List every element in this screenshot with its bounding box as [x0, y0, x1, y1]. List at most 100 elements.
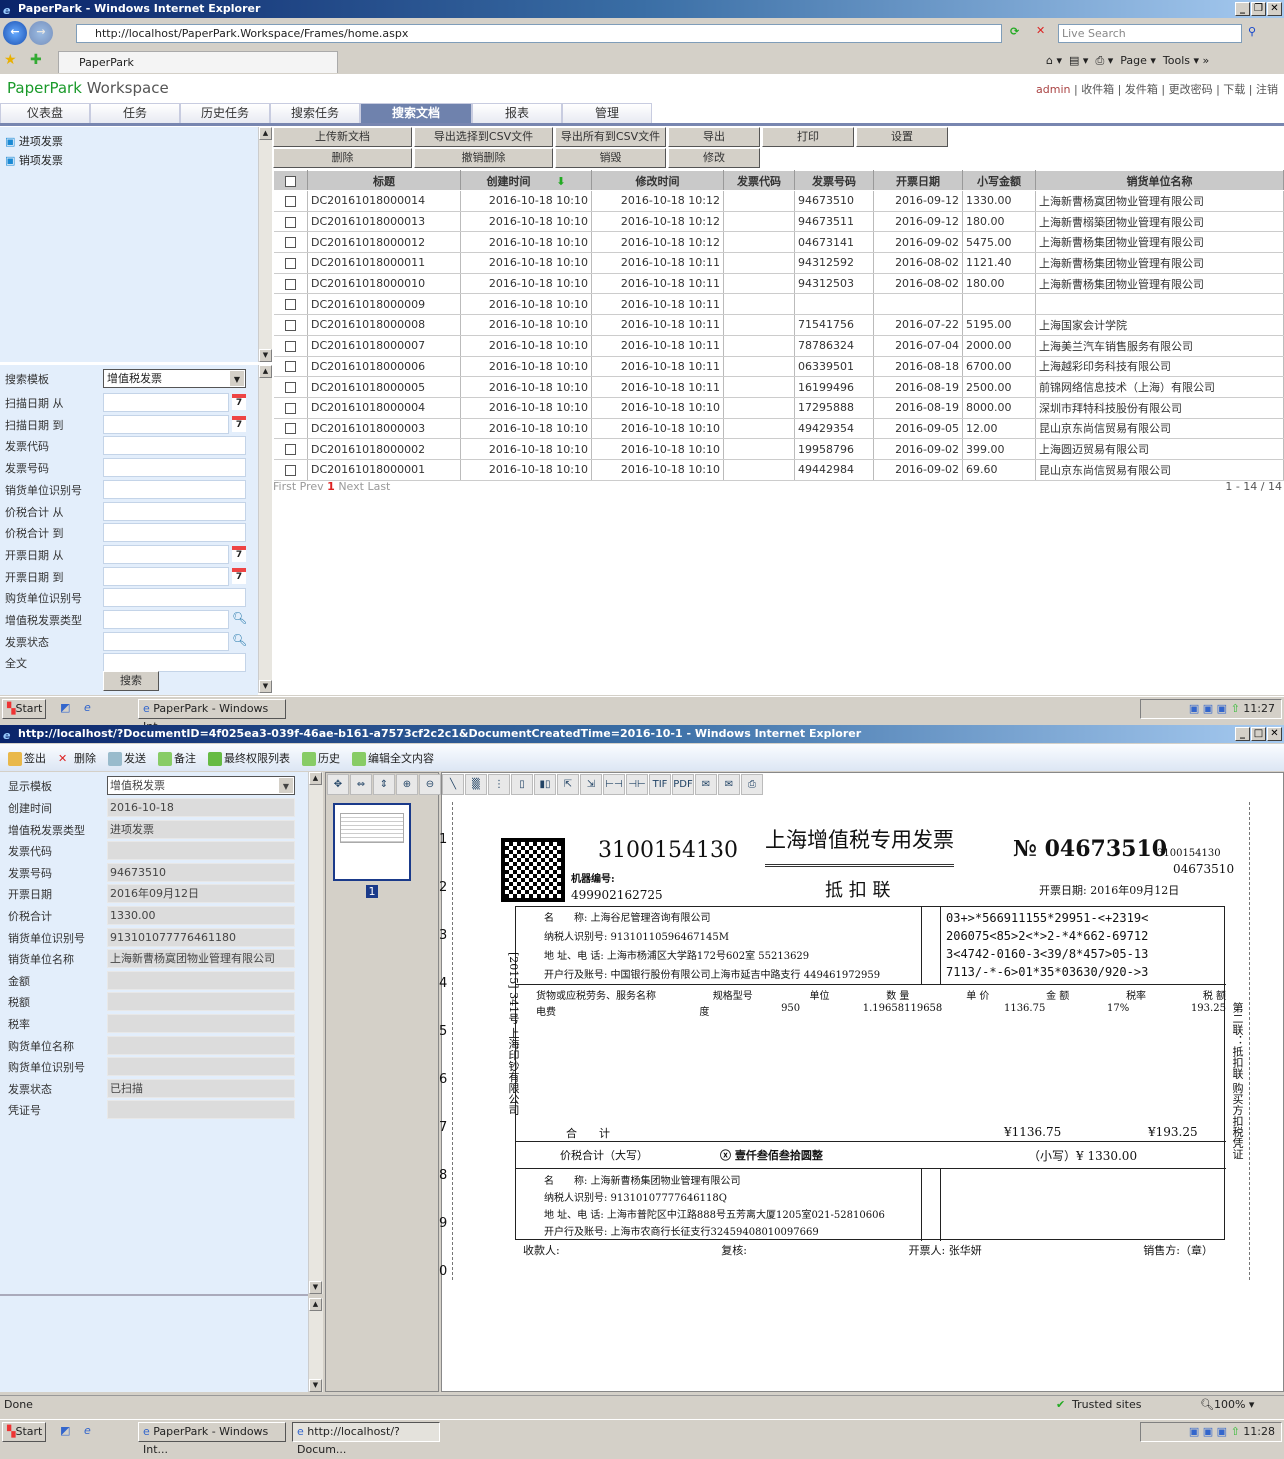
- taskbar-item-document[interactable]: e http://localhost/?Docum...: [292, 1422, 440, 1456]
- minimize-button[interactable]: _: [1235, 727, 1250, 741]
- stop-icon[interactable]: ✕: [1036, 24, 1045, 37]
- col-invoice-number[interactable]: 发票号码: [794, 170, 874, 191]
- search-field-input[interactable]: [103, 436, 246, 456]
- search-icon[interactable]: ⚲: [1248, 25, 1256, 38]
- row-checkbox[interactable]: [273, 273, 308, 295]
- export-all-csv-button[interactable]: 导出所有到CSV文件: [555, 127, 666, 147]
- favorites-star-icon[interactable]: ★: [4, 52, 17, 68]
- search-field-input[interactable]: [103, 479, 246, 499]
- lower-scrollbar[interactable]: ▲ ▼: [308, 1298, 323, 1392]
- col-created[interactable]: 创建时间 ⬇: [460, 170, 592, 191]
- ie-launch-icon[interactable]: e: [84, 1424, 91, 1437]
- table-row[interactable]: DC20161018000013 2016-10-18 10:10 2016-10-…: [273, 211, 1284, 233]
- print-icon[interactable]: ⎙ ▾: [1095, 54, 1113, 67]
- start-button[interactable]: ▚Start: [2, 699, 46, 719]
- nav-admin[interactable]: 管理: [562, 103, 652, 123]
- table-row[interactable]: DC20161018000004 2016-10-18 10:10 2016-10-…: [273, 397, 1284, 419]
- table-row[interactable]: DC20161018000006 2016-10-18 10:10 2016-10-…: [273, 356, 1284, 378]
- pager-prev[interactable]: Prev: [300, 480, 324, 493]
- change-password-link[interactable]: 更改密码: [1169, 83, 1213, 96]
- page-menu[interactable]: Page: [1120, 54, 1147, 67]
- table-row[interactable]: DC20161018000012 2016-10-18 10:10 2016-10-…: [273, 231, 1284, 254]
- table-row[interactable]: DC20161018000001 2016-10-18 10:10 2016-10-…: [273, 459, 1284, 481]
- pager-next[interactable]: Next: [338, 480, 364, 493]
- nav-search-documents[interactable]: 搜索文档: [360, 103, 472, 123]
- note-button[interactable]: 备注: [158, 750, 196, 766]
- address-bar[interactable]: http://localhost/PaperPark.Workspace/Fra…: [76, 24, 1002, 43]
- col-invoice-code[interactable]: 发票代码: [723, 170, 795, 191]
- move-up-icon[interactable]: ⇱: [557, 774, 579, 795]
- acl-button[interactable]: 最终权限列表: [208, 750, 290, 766]
- search-button[interactable]: 搜索: [103, 671, 159, 691]
- form-scrollbar[interactable]: ▲ ▼: [258, 365, 272, 693]
- page-thumbnail[interactable]: [333, 803, 411, 881]
- upload-button[interactable]: 上传新文档: [273, 127, 412, 147]
- row-checkbox[interactable]: [273, 314, 308, 336]
- download-link[interactable]: 下载: [1223, 83, 1245, 96]
- start-button[interactable]: ▚Start: [2, 1422, 46, 1442]
- pager-first[interactable]: First: [273, 480, 296, 493]
- undelete-button[interactable]: 撤销删除: [414, 148, 553, 168]
- history-button[interactable]: 历史: [302, 750, 340, 766]
- search-field-input[interactable]: [103, 566, 229, 586]
- move-down-icon[interactable]: ⇲: [580, 774, 602, 795]
- fit-height-icon[interactable]: ⇕: [373, 774, 395, 795]
- col-invoice-date[interactable]: 开票日期: [873, 170, 963, 191]
- print-icon[interactable]: ⎙: [741, 774, 763, 795]
- table-row[interactable]: DC20161018000008 2016-10-18 10:10 2016-10-…: [273, 314, 1284, 336]
- row-checkbox[interactable]: [273, 252, 308, 274]
- export-button[interactable]: 导出: [668, 127, 760, 147]
- pdf-export-icon[interactable]: PDF: [672, 774, 694, 795]
- row-checkbox[interactable]: [273, 356, 308, 378]
- taskbar-item-paperpark[interactable]: e PaperPark - Windows Int...: [138, 699, 286, 733]
- col-title[interactable]: 标题: [307, 170, 461, 191]
- feeds-icon[interactable]: ▤ ▾: [1069, 54, 1088, 67]
- pager-last[interactable]: Last: [367, 480, 390, 493]
- search-field-input[interactable]: [103, 631, 229, 651]
- single-page-icon[interactable]: ▯: [511, 774, 533, 795]
- calendar-icon[interactable]: 7: [232, 415, 246, 432]
- export-selected-csv-button[interactable]: 导出选择到CSV文件: [414, 127, 553, 147]
- refresh-icon[interactable]: ⟳: [1010, 25, 1019, 38]
- user-link[interactable]: admin: [1036, 83, 1070, 96]
- search-field-input[interactable]: [103, 653, 246, 673]
- lookup-icon[interactable]: 🔍︎: [232, 611, 247, 627]
- table-row[interactable]: DC20161018000003 2016-10-18 10:10 2016-10-…: [273, 418, 1284, 440]
- send-button[interactable]: 发送: [108, 750, 146, 766]
- table-row[interactable]: DC20161018000014 2016-10-18 10:10 2016-10-…: [273, 190, 1284, 212]
- search-input[interactable]: Live Search: [1058, 24, 1242, 43]
- calendar-icon[interactable]: 7: [232, 545, 246, 562]
- tree-item-output-invoices[interactable]: ▣ 销项发票: [5, 152, 63, 168]
- close-button[interactable]: ✕: [1267, 727, 1282, 741]
- search-field-input[interactable]: [103, 610, 229, 629]
- table-row[interactable]: DC20161018000011 2016-10-18 10:10 2016-10-…: [273, 252, 1284, 274]
- two-page-icon[interactable]: ▮▯: [534, 774, 556, 795]
- nav-tasks[interactable]: 任务: [90, 103, 180, 123]
- browser-tab[interactable]: PaperPark: [58, 51, 338, 73]
- template-select[interactable]: 增值税发票 ▼: [103, 369, 246, 388]
- row-checkbox[interactable]: [273, 231, 308, 254]
- modify-button[interactable]: 修改: [668, 148, 760, 168]
- outbox-link[interactable]: 发件箱: [1125, 83, 1158, 96]
- tif-export-icon[interactable]: TIF: [649, 774, 671, 795]
- search-field-input[interactable]: [103, 414, 229, 434]
- rotate-icon[interactable]: ▒: [465, 774, 487, 795]
- fit-width-icon[interactable]: ⇔: [350, 774, 372, 795]
- chevron-down-icon[interactable]: ▼: [279, 778, 293, 793]
- col-amount[interactable]: 小写金额: [962, 170, 1036, 191]
- inbox-link[interactable]: 收件箱: [1081, 83, 1114, 96]
- forward-button[interactable]: →: [29, 21, 53, 45]
- calendar-icon[interactable]: 7: [232, 394, 246, 410]
- restore-button[interactable]: ❐: [1251, 2, 1266, 16]
- maximize-button[interactable]: □: [1251, 727, 1266, 741]
- mail-icon[interactable]: ✉: [695, 774, 717, 795]
- calendar-icon[interactable]: 7: [232, 567, 246, 584]
- zoom-out-icon[interactable]: ⊖: [419, 774, 441, 795]
- merge-icon[interactable]: ⊣⊢: [626, 774, 648, 795]
- show-desktop-icon[interactable]: ◩: [60, 1424, 70, 1437]
- delete-doc-button[interactable]: ✕ 删除: [58, 750, 96, 766]
- row-checkbox[interactable]: [273, 397, 308, 419]
- checkout-button[interactable]: 签出: [8, 750, 46, 766]
- dots-icon[interactable]: ⋮: [488, 774, 510, 795]
- nav-dashboard[interactable]: 仪表盘: [0, 103, 90, 123]
